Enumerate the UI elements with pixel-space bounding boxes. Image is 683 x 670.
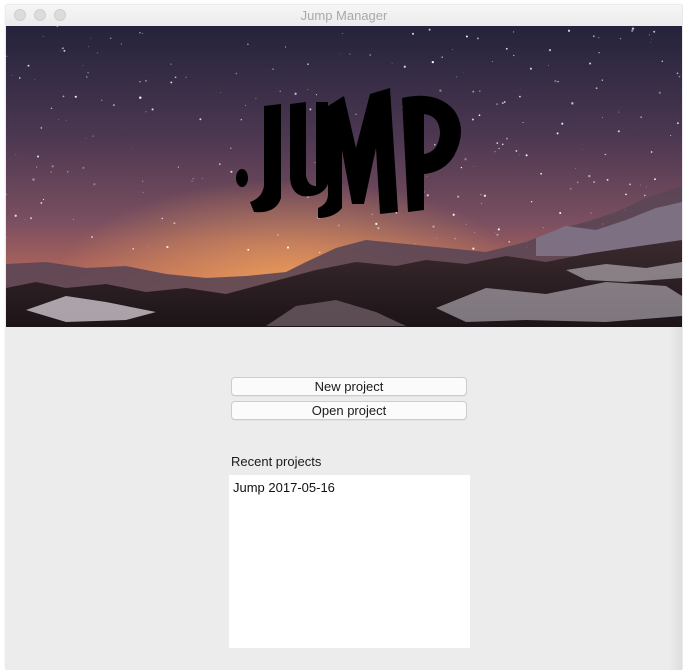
- title-bar[interactable]: Jump Manager: [6, 5, 682, 27]
- banner-image: [6, 26, 682, 327]
- jump-logo: [236, 88, 461, 218]
- new-project-button[interactable]: New project: [231, 377, 467, 396]
- window-title: Jump Manager: [300, 8, 388, 23]
- window-edge-shadow: [668, 327, 682, 670]
- recent-projects-list[interactable]: Jump 2017-05-16: [229, 475, 470, 648]
- recent-projects-label: Recent projects: [231, 454, 322, 469]
- list-item[interactable]: Jump 2017-05-16: [233, 480, 335, 495]
- main-window: Jump Manager New project Open project Re…: [6, 5, 682, 670]
- open-project-button[interactable]: Open project: [231, 401, 467, 420]
